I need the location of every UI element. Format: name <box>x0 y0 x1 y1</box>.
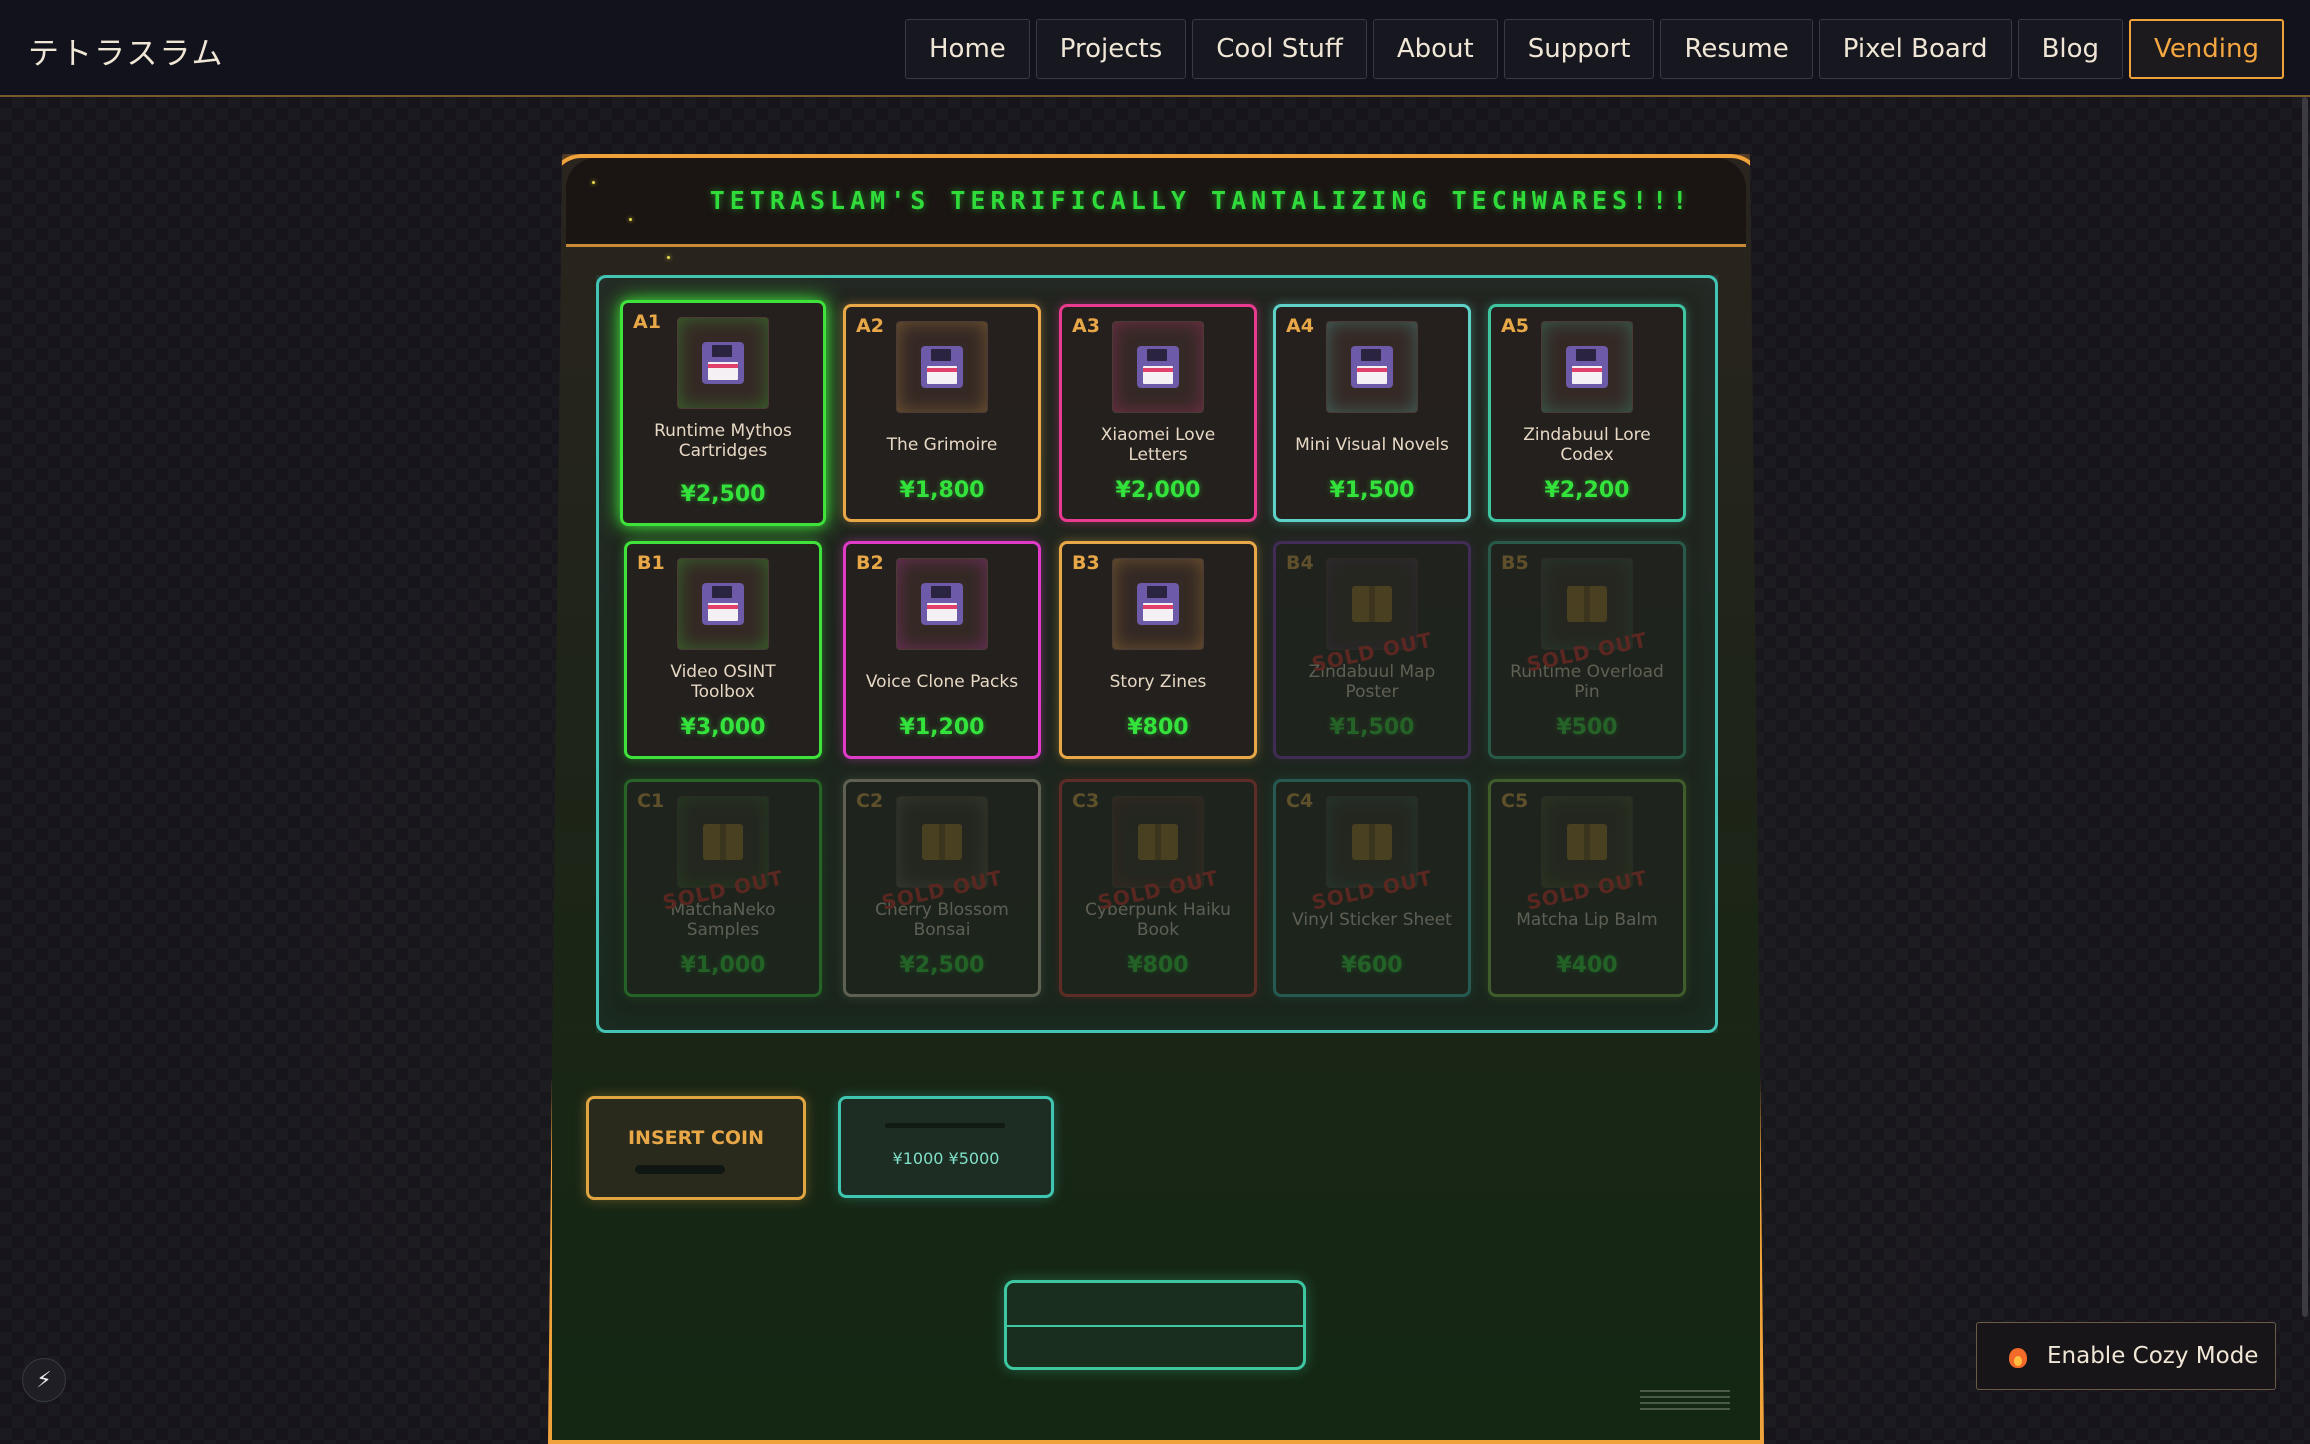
product-name: Video OSINT Toolbox <box>670 662 776 702</box>
slot-code: A2 <box>856 315 884 337</box>
slot-code: C2 <box>856 790 884 812</box>
sparkle <box>629 218 632 221</box>
bill-denominations: ¥1000 ¥5000 <box>892 1149 1000 1168</box>
insert-coin-label: INSERT COIN <box>627 1127 765 1149</box>
bill-slot-opening <box>885 1123 1005 1128</box>
product-price: ¥1,500 <box>1329 478 1415 503</box>
slot-code: B4 <box>1286 552 1314 574</box>
product-slot-a2[interactable]: A2 The Grimoire ¥1,800 <box>843 304 1041 522</box>
slot-code: B3 <box>1072 552 1100 574</box>
product-slot-c2: C2 Cherry Blossom Bonsai ¥2,500 SOLD OUT <box>843 779 1041 997</box>
marquee-text: TETRASLAM'S TERRIFICALLY TANTALIZING TEC… <box>709 186 1693 215</box>
coin-slot <box>635 1165 725 1174</box>
floppy-disk-icon <box>677 558 769 650</box>
dispense-tray[interactable] <box>1004 1280 1306 1370</box>
product-slot-a3[interactable]: A3 Xiaomei Love Letters ¥2,000 <box>1059 304 1257 522</box>
product-price: ¥1,200 <box>899 715 985 740</box>
product-price: ¥2,000 <box>1115 478 1201 503</box>
product-price: ¥400 <box>1556 953 1618 978</box>
product-price: ¥800 <box>1127 953 1189 978</box>
product-slot-b1[interactable]: B1 Video OSINT Toolbox ¥3,000 <box>624 541 822 759</box>
nav-cool-stuff[interactable]: Cool Stuff <box>1192 19 1367 79</box>
sparkle <box>592 181 595 184</box>
product-price: ¥3,000 <box>680 715 766 740</box>
slot-code: C4 <box>1286 790 1314 812</box>
slot-code: C1 <box>637 790 665 812</box>
enable-cozy-mode-button[interactable]: Enable Cozy Mode <box>1976 1322 2276 1390</box>
product-name: Zindabuul Lore Codex <box>1523 425 1651 465</box>
product-price: ¥2,500 <box>899 953 985 978</box>
flame-icon <box>2009 1344 2027 1368</box>
product-slot-b3[interactable]: B3 Story Zines ¥800 <box>1059 541 1257 759</box>
site-brand[interactable]: テトラスラム <box>28 28 224 73</box>
nav-vending[interactable]: Vending <box>2129 19 2284 79</box>
machine-vent <box>1640 1390 1730 1420</box>
product-price: ¥1,000 <box>680 953 766 978</box>
nav-pixel-board[interactable]: Pixel Board <box>1818 19 2012 79</box>
tray-flap <box>1007 1325 1303 1327</box>
product-price: ¥2,500 <box>680 482 766 507</box>
nav-support[interactable]: Support <box>1503 19 1655 79</box>
nav-blog[interactable]: Blog <box>2017 19 2124 79</box>
floppy-disk-icon <box>1112 321 1204 413</box>
slot-code: B5 <box>1501 552 1529 574</box>
site-header: テトラスラム Home Projects Cool Stuff About Su… <box>0 0 2310 97</box>
slot-code: A5 <box>1501 315 1529 337</box>
floppy-disk-icon <box>1326 321 1418 413</box>
product-slot-c4: C4 Vinyl Sticker Sheet ¥600 SOLD OUT <box>1273 779 1471 997</box>
floppy-disk-icon <box>1112 558 1204 650</box>
cozy-mode-label: Enable Cozy Mode <box>2047 1343 2259 1369</box>
machine-marquee: TETRASLAM'S TERRIFICALLY TANTALIZING TEC… <box>566 158 1746 247</box>
nav-resume[interactable]: Resume <box>1660 19 1813 79</box>
floppy-disk-icon <box>896 321 988 413</box>
main-nav: Home Projects Cool Stuff About Support R… <box>904 19 2284 79</box>
nav-projects[interactable]: Projects <box>1035 19 1187 79</box>
floppy-disk-icon <box>1541 321 1633 413</box>
product-slot-a5[interactable]: A5 Zindabuul Lore Codex ¥2,200 <box>1488 304 1686 522</box>
slot-code: C5 <box>1501 790 1529 812</box>
slot-code: C3 <box>1072 790 1100 812</box>
product-name: Xiaomei Love Letters <box>1100 425 1216 465</box>
product-name: Voice Clone Packs <box>865 672 1019 692</box>
nav-home[interactable]: Home <box>904 19 1030 79</box>
product-slot-a4[interactable]: A4 Mini Visual Novels ¥1,500 <box>1273 304 1471 522</box>
product-slot-c1: C1 MatchaNeko Samples ¥1,000 SOLD OUT <box>624 779 822 997</box>
slot-code: A3 <box>1072 315 1100 337</box>
floppy-disk-icon <box>896 558 988 650</box>
product-price: ¥800 <box>1127 715 1189 740</box>
product-name: Story Zines <box>1109 672 1207 692</box>
product-slot-c3: C3 Cyberpunk Haiku Book ¥800 SOLD OUT <box>1059 779 1257 997</box>
product-slot-b4: B4 Zindabuul Map Poster ¥1,500 SOLD OUT <box>1273 541 1471 759</box>
slot-code: A1 <box>633 311 661 333</box>
insert-coin-button[interactable]: INSERT COIN <box>586 1096 806 1200</box>
product-price: ¥2,200 <box>1544 478 1630 503</box>
slot-code: A4 <box>1286 315 1314 337</box>
lightning-bolt-icon[interactable]: ⚡︎ <box>22 1358 66 1402</box>
product-name: The Grimoire <box>886 435 998 455</box>
product-price: ¥600 <box>1341 953 1403 978</box>
floppy-disk-icon <box>677 317 769 409</box>
product-slot-b2[interactable]: B2 Voice Clone Packs ¥1,200 <box>843 541 1041 759</box>
product-name: Mini Visual Novels <box>1295 435 1449 455</box>
product-price: ¥1,800 <box>899 478 985 503</box>
slot-code: B1 <box>637 552 665 574</box>
product-slot-c5: C5 Matcha Lip Balm ¥400 SOLD OUT <box>1488 779 1686 997</box>
nav-about[interactable]: About <box>1372 19 1498 79</box>
slot-code: B2 <box>856 552 884 574</box>
product-price: ¥1,500 <box>1329 715 1415 740</box>
product-slot-a1[interactable]: A1 Runtime Mythos Cartridges ¥2,500 <box>620 300 826 526</box>
product-slot-b5: B5 Runtime Overload Pin ¥500 SOLD OUT <box>1488 541 1686 759</box>
page-scrollbar[interactable] <box>2302 97 2308 1317</box>
product-name: Runtime Mythos Cartridges <box>654 421 792 461</box>
sparkle <box>667 256 670 259</box>
bill-acceptor[interactable]: ¥1000 ¥5000 <box>838 1096 1054 1198</box>
product-price: ¥500 <box>1556 715 1618 740</box>
